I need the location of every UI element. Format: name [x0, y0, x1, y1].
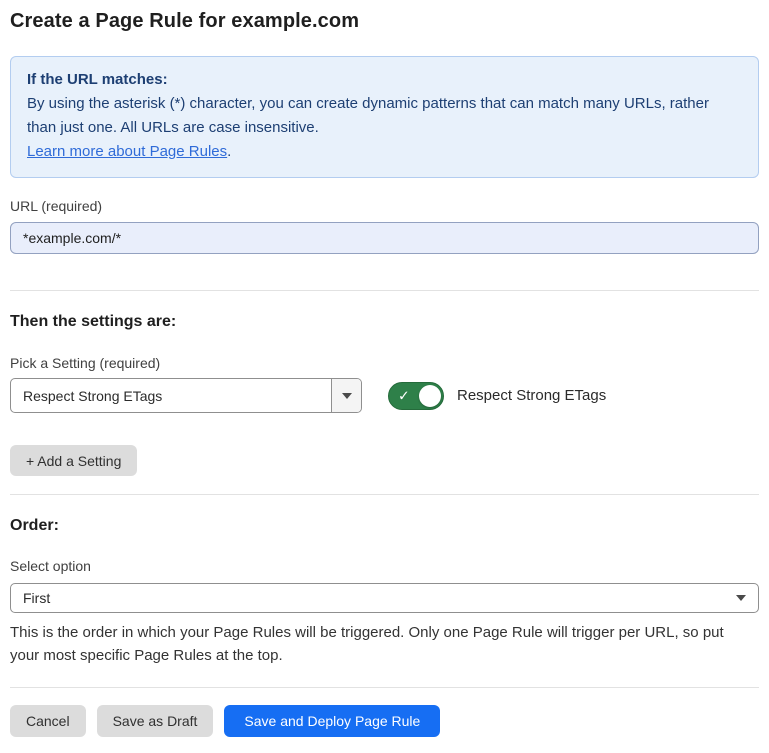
order-section-heading: Order:: [10, 517, 759, 535]
save-as-draft-button[interactable]: Save as Draft: [97, 705, 214, 737]
url-input[interactable]: [10, 222, 759, 254]
info-box-link-line: Learn more about Page Rules.: [27, 140, 742, 164]
pick-setting-label: Pick a Setting (required): [10, 355, 759, 371]
toggle-knob: [419, 385, 441, 407]
divider: [10, 290, 759, 291]
order-select-value: First: [23, 590, 736, 606]
order-help-text: This is the order in which your Page Rul…: [10, 621, 755, 667]
etag-toggle-group: ✓ Respect Strong ETags: [388, 382, 606, 410]
divider: [10, 687, 759, 688]
save-and-deploy-button[interactable]: Save and Deploy Page Rule: [224, 705, 440, 737]
etag-toggle[interactable]: ✓: [388, 382, 444, 410]
footer-actions: Cancel Save as Draft Save and Deploy Pag…: [10, 705, 759, 737]
divider: [10, 494, 759, 495]
create-page-rule-form: Create a Page Rule for example.com If th…: [0, 0, 769, 753]
info-box-body: By using the asterisk (*) character, you…: [27, 92, 742, 140]
settings-section-heading: Then the settings are:: [10, 313, 759, 331]
url-match-info-box: If the URL matches: By using the asteris…: [10, 56, 759, 178]
link-suffix: .: [227, 143, 231, 160]
toggle-label: Respect Strong ETags: [457, 387, 606, 404]
check-icon: ✓: [398, 388, 410, 402]
order-select[interactable]: First: [10, 583, 759, 613]
chevron-down-icon: [342, 393, 352, 399]
setting-select[interactable]: Respect Strong ETags: [10, 378, 362, 413]
chevron-down-icon: [736, 595, 746, 601]
url-field-label: URL (required): [10, 198, 759, 214]
learn-more-link[interactable]: Learn more about Page Rules: [27, 143, 227, 160]
page-title: Create a Page Rule for example.com: [10, 10, 759, 33]
setting-row: Respect Strong ETags ✓ Respect Strong ET…: [10, 378, 759, 413]
setting-select-value: Respect Strong ETags: [11, 379, 331, 412]
cancel-button[interactable]: Cancel: [10, 705, 86, 737]
add-setting-button[interactable]: + Add a Setting: [10, 445, 137, 476]
info-box-heading: If the URL matches:: [27, 68, 742, 92]
order-select-label: Select option: [10, 558, 759, 574]
setting-select-arrow-segment[interactable]: [331, 379, 361, 412]
